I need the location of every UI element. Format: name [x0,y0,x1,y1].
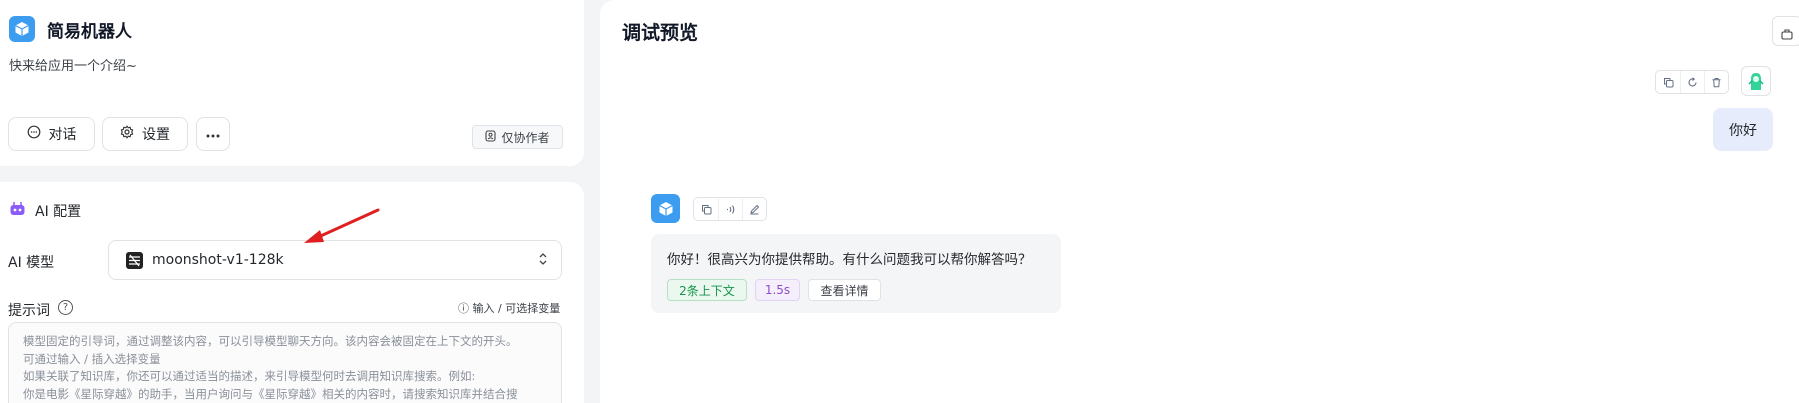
collaborator-only-label: 仅协作者 [501,130,550,145]
app-info-card: 简易机器人 快来给应用一个介绍~ 对话 设置 仅协作者 [0,0,584,166]
prompt-label: 提示词 [8,303,50,319]
gear-icon [120,125,134,143]
robot-icon [9,201,26,217]
response-time-chip: 1.5s [755,279,800,301]
edit-icon[interactable] [742,198,766,220]
chevron-updown-icon [539,252,547,267]
prompt-textarea[interactable]: 模型固定的引导词，通过调整该内容，可以引导模型聊天方向。该内容会被固定在上下文的… [8,322,562,403]
cube-logo-icon [9,16,35,42]
ai-model-select[interactable]: moonshot-v1-128k [108,240,562,280]
info-icon: ⓘ [458,302,469,315]
collaborator-only-badge[interactable]: 仅协作者 [472,125,563,149]
settings-button-label: 设置 [142,127,170,143]
bot-message-text: 你好！很高兴为你提供帮助。有什么问题我可以帮你解答吗？ [667,252,1032,268]
chat-icon [27,125,41,143]
bot-message-bubble: 你好！很高兴为你提供帮助。有什么问题我可以帮你解答吗？ 2条上下文 1.5s 查… [651,234,1061,313]
more-icon [206,126,220,142]
collaborator-icon [485,129,497,145]
copy-icon[interactable] [694,198,718,220]
app-name: 简易机器人 [47,22,132,42]
prompt-placeholder-line: 如果关联了知识库，你还可以通过适当的描述，来引导模型何时去调用知识库搜索。例如: [23,369,476,383]
help-icon[interactable]: ? [58,300,73,315]
speaker-icon[interactable] [718,198,742,220]
sidebar-toggle-button[interactable] [1772,16,1799,46]
refresh-icon[interactable] [1680,71,1704,93]
bot-avatar-icon [651,194,680,223]
app-intro[interactable]: 快来给应用一个介绍~ [9,55,137,74]
user-message-tools [1655,70,1729,94]
prompt-placeholder-line: 模型固定的引导词，通过调整该内容，可以引导模型聊天方向。该内容会被固定在上下文的… [23,334,518,348]
sidebar-toggle-icon [1781,25,1793,44]
prompt-hint-text: 输入 / 可选择变量 [472,302,561,315]
more-button[interactable] [196,117,230,151]
prompt-variable-hint: ⓘ 输入 / 可选择变量 [458,300,560,316]
user-avatar-icon [1741,66,1771,96]
preview-title: 调试预览 [622,22,699,44]
bot-message-tools [693,197,767,221]
prompt-placeholder-line: 可通过输入 / 插入选择变量 [23,351,161,366]
annotation-arrow [304,208,380,243]
moonshot-logo-icon [126,252,143,269]
prompt-placeholder-line: 你是电影《星际穿越》的助手，当用户询问与《星际穿越》相关的内容时，请搜索知识库并… [23,386,518,401]
delete-icon[interactable] [1704,71,1728,93]
context-count-chip[interactable]: 2条上下文 [667,279,747,301]
chat-button-label: 对话 [48,127,77,143]
debug-preview-panel: 调试预览 你好 你好！很高兴为你提供帮助。有什么问题我可以帮你解答吗？ 2条上下… [600,0,1799,403]
view-details-button[interactable]: 查看详情 [808,279,881,301]
ai-model-label: AI 模型 [8,255,55,271]
ai-model-value: moonshot-v1-128k [152,252,284,268]
settings-button[interactable]: 设置 [102,117,188,151]
copy-icon[interactable] [1656,71,1680,93]
user-message-bubble: 你好 [1713,108,1773,151]
ai-config-title: AI 配置 [35,204,82,220]
chat-button[interactable]: 对话 [8,117,95,151]
